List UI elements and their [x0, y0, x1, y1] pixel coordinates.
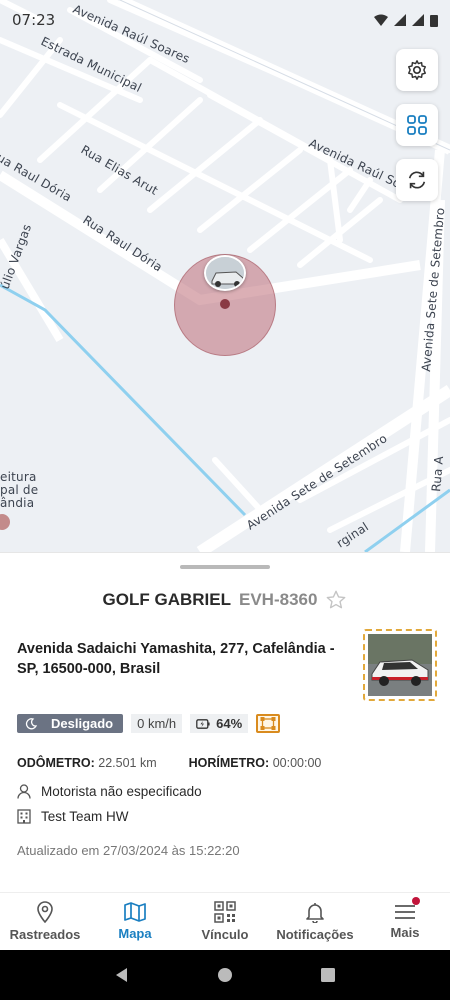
- vehicle-title: GOLF GABRIEL EVH-8360: [0, 589, 450, 611]
- last-updated: Atualizado em 27/03/2024 às 15:22:20: [17, 843, 240, 858]
- status-bar: 07:23: [0, 0, 450, 40]
- nav-item-mais[interactable]: Mais: [360, 893, 450, 950]
- nav-label: Mapa: [118, 926, 152, 941]
- speed-value: 0 km/h: [137, 716, 177, 731]
- geofence-icon: [260, 717, 276, 730]
- hourmeter: HORÍMETRO: 00:00:00: [189, 756, 322, 770]
- map-view[interactable]: Avenida Raúl Soares Estrada Municipal Ru…: [0, 0, 450, 552]
- qr-code-icon: [214, 901, 236, 923]
- street-label: Rua Raul Dória: [80, 213, 165, 275]
- signal-icon: [412, 14, 424, 26]
- refresh-button[interactable]: [396, 159, 438, 201]
- poi-label: eitura: [0, 470, 37, 484]
- settings-button[interactable]: [396, 49, 438, 91]
- vehicle-plate: EVH-8360: [239, 590, 318, 609]
- odometer-value: 22.501 km: [98, 756, 157, 770]
- home-icon[interactable]: [217, 967, 233, 983]
- street-label: Avenida Raúl So: [307, 136, 403, 191]
- building-icon: [17, 809, 31, 824]
- sheet-drag-handle[interactable]: [180, 565, 270, 569]
- notification-badge: [412, 897, 420, 905]
- moon-icon: [25, 717, 37, 729]
- vehicle-name: GOLF GABRIEL: [102, 590, 231, 609]
- location-pin-icon: [37, 901, 53, 923]
- speed-badge: 0 km/h: [131, 714, 183, 733]
- battery-icon: [430, 14, 438, 27]
- geofence-button[interactable]: [256, 714, 281, 733]
- system-navigation-bar: [0, 950, 450, 1000]
- street-label: Rua A: [429, 455, 446, 492]
- nav-label: Mais: [390, 925, 420, 940]
- map-icon: [124, 902, 146, 922]
- nav-item-rastreados[interactable]: Rastreados: [0, 893, 90, 950]
- driver-row: Motorista não especificado: [17, 784, 202, 799]
- battery-value: 64%: [216, 716, 243, 731]
- meters-row: ODÔMETRO: 22.501 km HORÍMETRO: 00:00:00: [17, 756, 321, 770]
- nav-item-notificacoes[interactable]: Notificações: [270, 893, 360, 950]
- hourmeter-value: 00:00:00: [272, 756, 322, 770]
- odometer-label: ODÔMETRO:: [17, 756, 95, 770]
- menu-icon: [395, 905, 415, 919]
- nav-label: Vínculo: [201, 927, 249, 942]
- grid-icon: [407, 115, 427, 135]
- ignition-status-badge: Desligado: [17, 714, 124, 733]
- signal-icon: [394, 14, 406, 26]
- hourmeter-label: HORÍMETRO:: [188, 756, 270, 770]
- battery-charging-icon: [196, 718, 210, 729]
- status-time: 07:23: [12, 11, 56, 29]
- poi-label: ândia: [0, 496, 34, 510]
- person-icon: [17, 784, 31, 799]
- nav-label: Notificações: [276, 927, 354, 942]
- bell-icon: [306, 903, 324, 923]
- vehicle-address: Avenida Sadaichi Yamashita, 277, Cafelân…: [17, 641, 335, 677]
- street-label: Avenida Sete de Setembro: [244, 431, 390, 532]
- odometer: ODÔMETRO: 22.501 km: [17, 756, 157, 770]
- poi-label: pal de: [0, 483, 38, 497]
- car-photo-icon: [368, 634, 432, 696]
- vehicle-status-chips: Desligado 0 km/h 64%: [17, 714, 281, 733]
- vehicle-photo[interactable]: [363, 629, 437, 701]
- gear-icon: [408, 60, 426, 80]
- wifi-icon: [374, 14, 388, 26]
- vehicle-position-dot: [220, 299, 230, 309]
- back-icon[interactable]: [114, 967, 130, 983]
- team-row: Test Team HW: [17, 809, 129, 824]
- battery-badge: 64%: [190, 714, 249, 733]
- ignition-status-label: Desligado: [51, 716, 114, 731]
- driver-name: Motorista não especificado: [41, 784, 202, 799]
- poi-pin-icon: [0, 514, 10, 530]
- bottom-navigation: Rastreados Mapa Vínculo Notificações Mai…: [0, 892, 450, 950]
- vehicle-details-sheet: GOLF GABRIEL EVH-8360 Avenida Sadaichi Y…: [0, 552, 450, 892]
- star-icon[interactable]: [325, 589, 347, 611]
- nav-item-vinculo[interactable]: Vínculo: [180, 893, 270, 950]
- layers-button[interactable]: [396, 104, 438, 146]
- vehicle-marker[interactable]: [204, 255, 246, 291]
- nav-label: Rastreados: [9, 927, 81, 942]
- nav-item-mapa[interactable]: Mapa: [90, 893, 180, 950]
- team-name: Test Team HW: [41, 809, 129, 824]
- refresh-icon: [408, 171, 426, 189]
- recents-icon[interactable]: [320, 967, 336, 983]
